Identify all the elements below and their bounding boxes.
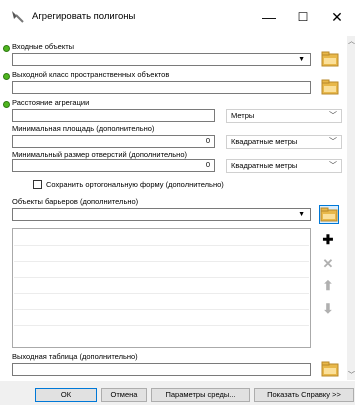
title-bar: Агрегировать полигоны — ☐ ✕ <box>0 0 355 32</box>
list-row-divider <box>14 277 309 278</box>
move-up-icon[interactable]: ⬆ <box>320 278 336 294</box>
remove-icon[interactable]: ✕ <box>320 256 336 272</box>
show-help-button[interactable]: Показать Справку >> <box>254 388 354 402</box>
dropdown-arrow-icon: ▼ <box>298 211 305 218</box>
chevron-down-icon: ﹀ <box>329 161 337 170</box>
list-row-divider <box>14 245 309 246</box>
min-area-unit-value: Квадратные метры <box>231 137 298 146</box>
vertical-scrollbar[interactable]: ︿ ﹀ <box>347 36 355 380</box>
min-area-input[interactable]: 0 <box>12 135 215 148</box>
distance-unit-select[interactable]: Метры ﹀ <box>226 109 342 123</box>
maximize-button[interactable]: ☐ <box>288 6 318 28</box>
orthogonal-checkbox[interactable] <box>33 180 42 189</box>
input-features-dropdown[interactable]: ▼ <box>12 53 311 66</box>
required-dot-icon <box>3 73 10 80</box>
add-icon[interactable]: ✚ <box>320 232 336 248</box>
output-class-input[interactable] <box>12 81 311 94</box>
barriers-list[interactable] <box>12 228 311 348</box>
min-hole-size-input[interactable]: 0 <box>12 159 215 172</box>
list-row-divider <box>14 325 309 326</box>
list-row-divider <box>14 309 309 310</box>
aggregation-distance-label: Расстояние агрегации <box>12 98 90 107</box>
distance-unit-value: Метры <box>231 111 255 120</box>
folder-open-icon[interactable] <box>321 79 339 95</box>
ok-button[interactable]: ОК <box>35 388 97 402</box>
min-hole-size-label: Минимальный размер отверстий (дополнител… <box>12 150 187 159</box>
list-row-divider <box>14 261 309 262</box>
folder-open-icon[interactable] <box>321 51 339 67</box>
barriers-label: Объекты барьеров (дополнительно) <box>12 197 139 206</box>
orthogonal-label: Сохранить ортогональную форму (дополните… <box>46 180 224 189</box>
barriers-dropdown[interactable]: ▼ <box>12 208 311 221</box>
chevron-down-icon: ﹀ <box>329 137 337 146</box>
move-down-icon[interactable]: ⬇ <box>320 301 336 317</box>
environment-settings-button[interactable]: Параметры среды... <box>151 388 250 402</box>
min-area-label: Минимальная площадь (дополнительно) <box>12 124 155 133</box>
required-dot-icon <box>3 101 10 108</box>
scroll-up-icon[interactable]: ︿ <box>348 36 355 46</box>
cancel-button[interactable]: Отмена <box>101 388 147 402</box>
output-table-label: Выходная таблица (дополнительно) <box>12 352 138 361</box>
min-area-unit-select[interactable]: Квадратные метры ﹀ <box>226 135 342 149</box>
close-button[interactable]: ✕ <box>322 6 352 28</box>
minimize-button[interactable]: — <box>254 6 284 28</box>
output-table-input[interactable] <box>12 363 311 376</box>
dropdown-arrow-icon: ▼ <box>298 56 305 63</box>
folder-open-icon[interactable] <box>319 205 339 224</box>
input-features-label: Входные объекты <box>12 42 75 51</box>
list-row-divider <box>14 293 309 294</box>
chevron-down-icon: ﹀ <box>329 111 337 120</box>
scroll-down-icon[interactable]: ﹀ <box>348 370 355 380</box>
output-class-label: Выходной класс пространственных объектов <box>12 70 170 79</box>
required-dot-icon <box>3 45 10 52</box>
aggregation-distance-input[interactable] <box>12 109 215 122</box>
min-hole-unit-value: Квадратные метры <box>231 161 298 170</box>
folder-open-icon[interactable] <box>321 361 339 377</box>
tool-icon <box>12 11 24 23</box>
min-hole-unit-select[interactable]: Квадратные метры ﹀ <box>226 159 342 173</box>
window-title: Агрегировать полигоны <box>32 11 136 22</box>
